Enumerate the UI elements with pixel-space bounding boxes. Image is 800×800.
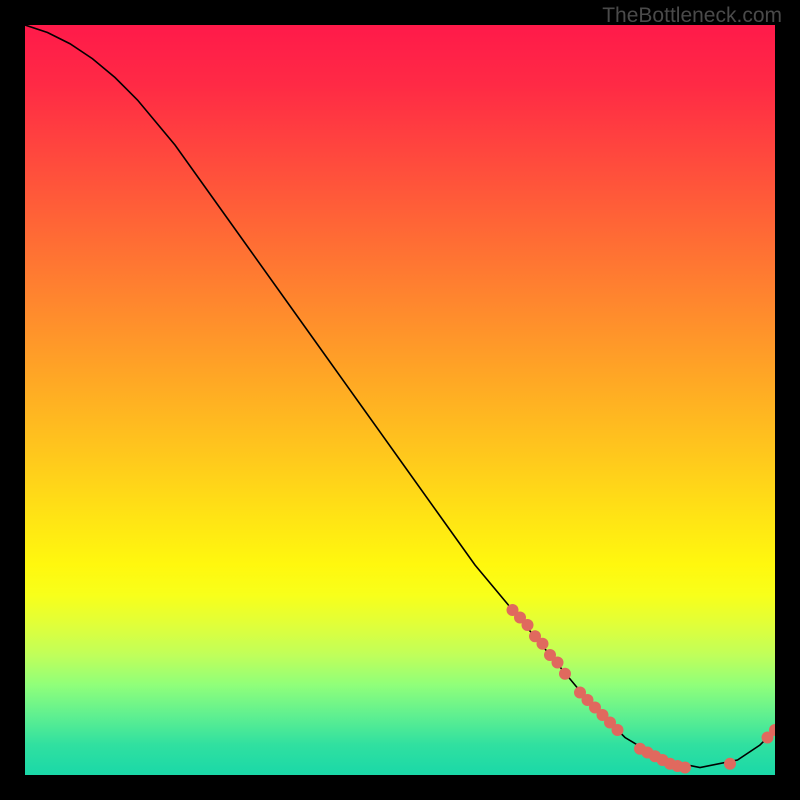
data-dot <box>679 762 691 774</box>
watermark-text: TheBottleneck.com <box>602 4 782 28</box>
chart-gradient-area <box>25 25 775 775</box>
data-dot <box>724 758 736 770</box>
data-dots <box>507 604 776 774</box>
bottleneck-curve <box>25 25 775 768</box>
chart-svg <box>25 25 775 775</box>
data-dot <box>537 638 549 650</box>
data-dot <box>559 668 571 680</box>
data-dot <box>612 724 624 736</box>
data-dot <box>522 619 534 631</box>
data-dot <box>552 657 564 669</box>
